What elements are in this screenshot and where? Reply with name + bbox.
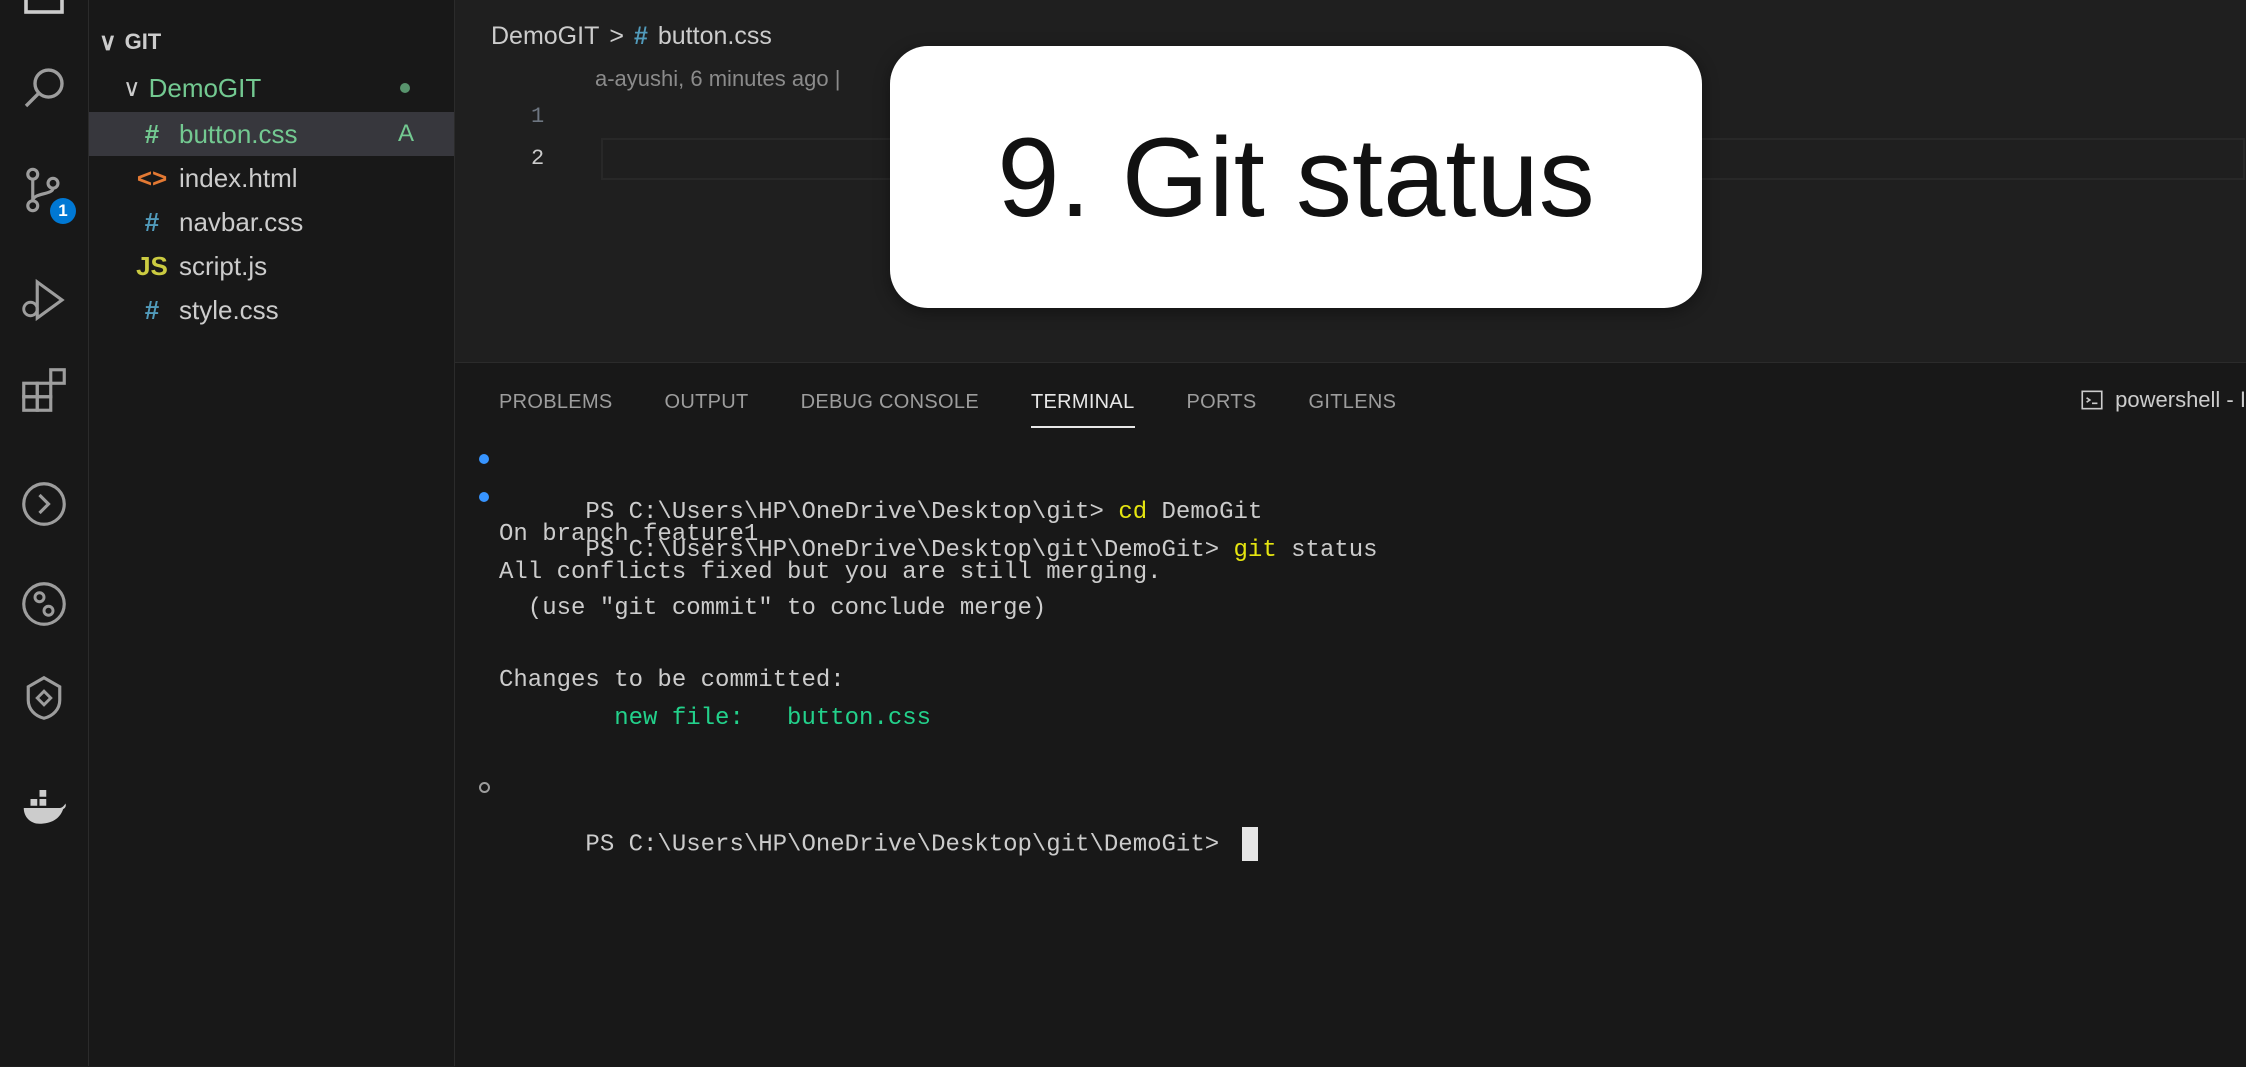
breadcrumb-folder[interactable]: DemoGIT — [491, 22, 599, 51]
file-type-icon: # — [144, 294, 160, 325]
file-name: script.js — [179, 250, 268, 281]
extensions-icon[interactable] — [14, 360, 74, 420]
terminal-prompt: PS C:\Users\HP\OneDrive\Desktop\git\Demo… — [585, 831, 1234, 859]
run-debug-icon[interactable] — [14, 270, 74, 330]
modified-dot-icon — [400, 83, 410, 93]
overlay-title: 9. Git status — [997, 114, 1595, 240]
terminal-output-line: On branch feature1 — [499, 521, 759, 548]
file-name: index.html — [179, 162, 298, 193]
command-success-decoration-icon — [479, 492, 489, 502]
bottom-panel: PROBLEMS OUTPUT DEBUG CONSOLE TERMINAL PORTS… — [455, 362, 2246, 1067]
command-pending-decoration-icon — [479, 782, 490, 793]
line-number: 1 — [531, 104, 545, 129]
source-control-icon[interactable]: 1 — [14, 160, 76, 224]
terminal-output-line: Changes to be committed: — [499, 667, 845, 694]
terminal-command: git — [1233, 537, 1277, 564]
tab-gitlens[interactable]: GITLENS — [1309, 391, 1397, 428]
remote-icon[interactable] — [14, 474, 74, 534]
file-item[interactable]: JS script.js — [89, 244, 454, 288]
explorer-sidebar: ∨ GIT ∨ DemoGIT # button.css A <> index.html… — [89, 0, 455, 1066]
terminal-command-arg: status — [1276, 537, 1378, 564]
terminal-shell-label: powershell - I — [2115, 387, 2246, 412]
file-item[interactable]: # style.css — [89, 288, 454, 332]
file-type-icon: # — [144, 206, 160, 237]
gitlens-inspect-icon[interactable] — [14, 668, 74, 728]
tab-output[interactable]: OUTPUT — [665, 391, 749, 428]
file-name: button.css — [179, 118, 298, 149]
tab-ports[interactable]: PORTS — [1187, 391, 1257, 428]
terminal-cursor — [1241, 827, 1258, 861]
git-status-badge: A — [397, 120, 414, 147]
terminal-shell-selector[interactable]: powershell - I — [2079, 387, 2246, 413]
terminal-line: PS C:\Users\HP\OneDrive\Desktop\git\Demo… — [479, 773, 1258, 888]
folder-row[interactable]: ∨ DemoGIT — [89, 66, 454, 110]
file-name: style.css — [179, 294, 279, 325]
file-item[interactable]: <> index.html — [89, 156, 454, 200]
overlay-title-card: 9. Git status — [890, 46, 1702, 308]
explorer-root-row[interactable]: ∨ GIT — [89, 20, 454, 64]
terminal-powershell-icon — [2081, 390, 2103, 410]
folder-label: DemoGIT — [148, 72, 262, 103]
file-type-icon: # — [144, 118, 160, 149]
panel-tabs: PROBLEMS OUTPUT DEBUG CONSOLE TERMINAL PORTS… — [499, 391, 1396, 428]
docker-icon[interactable] — [14, 778, 74, 838]
tab-problems[interactable]: PROBLEMS — [499, 391, 613, 428]
tab-terminal[interactable]: TERMINAL — [1030, 391, 1135, 428]
gitlens-icon[interactable] — [14, 574, 74, 634]
explorer-root-label: GIT — [124, 29, 162, 54]
breadcrumb: DemoGIT > # button.css — [491, 22, 772, 51]
tab-debug-console[interactable]: DEBUG CONSOLE — [801, 391, 979, 428]
line-number: 2 — [531, 146, 545, 171]
terminal-new-file-line: new file: button.css — [499, 705, 932, 732]
search-icon[interactable] — [14, 58, 74, 118]
command-success-decoration-icon — [479, 454, 489, 464]
source-control-badge: 1 — [50, 198, 76, 224]
chevron-down-icon: ∨ — [99, 28, 117, 56]
explorer-icon[interactable] — [14, 0, 74, 24]
breadcrumb-separator-icon: > — [609, 22, 624, 50]
terminal-output-line: (use "git commit" to conclude merge) — [499, 595, 1047, 622]
terminal-output-line: All conflicts fixed but you are still me… — [499, 559, 1162, 586]
breadcrumb-file[interactable]: button.css — [658, 22, 772, 51]
activity-bar: 1 — [0, 0, 89, 1066]
file-item[interactable]: # navbar.css — [89, 200, 454, 244]
git-blame-annotation: a-ayushi, 6 minutes ago | — [595, 66, 841, 91]
file-type-icon: JS — [136, 250, 168, 281]
file-type-icon: <> — [136, 162, 168, 193]
css-file-icon: # — [633, 22, 648, 50]
file-item[interactable]: # button.css A — [89, 112, 454, 156]
file-name: navbar.css — [179, 206, 304, 237]
chevron-down-icon: ∨ — [123, 74, 141, 102]
